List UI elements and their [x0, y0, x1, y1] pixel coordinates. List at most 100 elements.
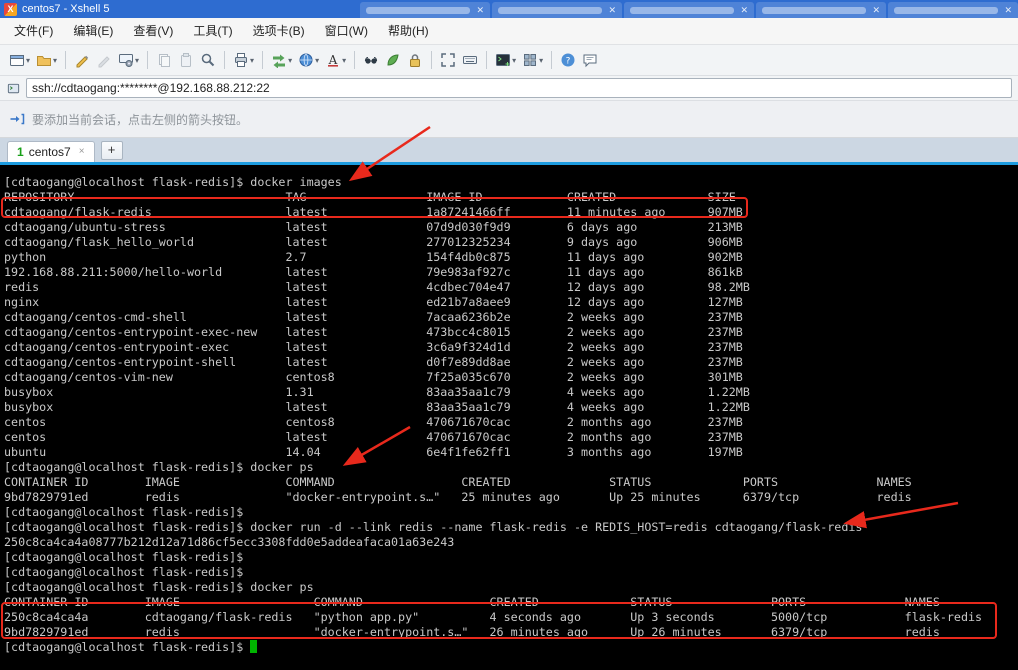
terminal-line: cdtaogang/centos-entrypoint-exec latest … [4, 340, 743, 354]
dropdown-caret-icon[interactable]: ▾ [512, 56, 516, 65]
open-session-button[interactable]: ▾ [33, 48, 60, 72]
new-session-button[interactable]: ▾ [6, 48, 33, 72]
terminal-line: cdtaogang/centos-vim-new centos8 7f25a03… [4, 370, 743, 384]
session-tab-centos7[interactable]: 1 centos7 × [7, 141, 95, 162]
terminal-line: CONTAINER ID IMAGE COMMAND CREATED STATU… [4, 595, 940, 609]
toolbar-separator [147, 51, 149, 69]
new-terminal-button[interactable]: ▾ [492, 48, 519, 72]
delete-session-button [93, 48, 115, 72]
feedback-button[interactable] [579, 48, 601, 72]
background-browser-tab[interactable]: ✕ [888, 2, 1018, 18]
font-button[interactable]: ▾ [322, 48, 349, 72]
terminal-line: redis latest 4cdbec704e47 12 days ago 98… [4, 280, 750, 294]
close-icon[interactable]: ✕ [476, 5, 484, 15]
dropdown-caret-icon[interactable]: ▾ [288, 56, 292, 65]
window-title: centos7 - Xshell 5 [22, 3, 110, 15]
terminal-line: 250c8ca4ca4a08777b212d12a71d86cf5ecc3308… [4, 535, 455, 549]
file-transfer-button[interactable]: ▾ [268, 48, 295, 72]
background-browser-tab[interactable]: ✕ [360, 2, 490, 18]
terminal-line: 250c8ca4ca4a cdtaogang/flask-redis "pyth… [4, 610, 983, 624]
terminal-line: cdtaogang/centos-entrypoint-shell latest… [4, 355, 743, 369]
view-mode-icon [363, 52, 379, 68]
terminal-line: centos latest 470671670cac 2 months ago … [4, 430, 743, 444]
new-terminal-icon [495, 52, 511, 68]
terminal-line: [cdtaogang@localhost flask-redis]$ docke… [4, 580, 314, 594]
new-tab-button[interactable]: + [100, 141, 123, 160]
dropdown-caret-icon[interactable]: ▾ [53, 56, 57, 65]
edit-session-button[interactable] [71, 48, 93, 72]
terminal-line: cdtaogang/centos-cmd-shell latest 7acaa6… [4, 310, 743, 324]
lock-screen-icon [407, 52, 423, 68]
background-browser-tab[interactable]: ✕ [624, 2, 754, 18]
dropdown-caret-icon[interactable]: ▾ [26, 56, 30, 65]
file-transfer-icon [271, 52, 287, 68]
find-icon [200, 52, 216, 68]
address-input[interactable] [26, 78, 1012, 98]
terminal-line: python 2.7 154f4db0c875 11 days ago 902M… [4, 250, 743, 264]
tile-windows-button[interactable]: ▾ [519, 48, 546, 72]
terminal-prompt: [cdtaogang@localhost flask-redis]$ [4, 640, 251, 654]
fullscreen-button[interactable] [437, 48, 459, 72]
toolbar: ▾ ▾ ▾ ▾ ▾ ▾ ▾ ▾ ▾ [0, 45, 1018, 76]
menu-file[interactable]: 文件(F) [4, 19, 63, 44]
close-icon[interactable]: ✕ [608, 5, 616, 15]
close-icon[interactable]: ✕ [872, 5, 880, 15]
paste-icon [178, 52, 194, 68]
quick-command-icon [385, 52, 401, 68]
background-browser-tab[interactable]: ✕ [756, 2, 886, 18]
terminal-line: [cdtaogang@localhost flask-redis]$ [4, 550, 244, 564]
toolbar-separator [551, 51, 553, 69]
lock-screen-button[interactable] [404, 48, 426, 72]
virtual-keyboard-icon [462, 52, 478, 68]
menu-edit[interactable]: 编辑(E) [63, 19, 123, 44]
dropdown-caret-icon[interactable]: ▾ [250, 56, 254, 65]
menu-help[interactable]: 帮助(H) [378, 19, 439, 44]
dropdown-caret-icon[interactable]: ▾ [342, 56, 346, 65]
menu-tools[interactable]: 工具(T) [183, 19, 242, 44]
tab-close-icon[interactable]: × [79, 147, 85, 157]
dropdown-caret-icon[interactable]: ▾ [315, 56, 319, 65]
menu-bar: 文件(F) 编辑(E) 查看(V) 工具(T) 选项卡(B) 窗口(W) 帮助(H) [0, 18, 1018, 45]
menu-view[interactable]: 查看(V) [123, 19, 183, 44]
print-button[interactable]: ▾ [230, 48, 257, 72]
view-mode-button[interactable] [360, 48, 382, 72]
tab-title-ghost [366, 6, 471, 14]
add-session-arrow-icon[interactable] [9, 111, 25, 127]
close-icon[interactable]: ✕ [740, 5, 748, 15]
terminal-line: 192.168.88.211:5000/hello-world latest 7… [4, 265, 743, 279]
hint-bar: 要添加当前会话，点击左侧的箭头按钮。 [0, 101, 1018, 138]
address-bar [0, 76, 1018, 101]
xshell-window: X centos7 - Xshell 5 ✕ ✕ ✕ ✕ ✕ 文件(F) 编辑(E) 查看(… [0, 0, 1018, 670]
terminal-cursor [250, 640, 258, 653]
terminal-line: [cdtaogang@localhost flask-redis]$ docke… [4, 460, 314, 474]
terminal-line: ubuntu 14.04 6e4f1fe62ff1 3 months ago 1… [4, 445, 743, 459]
tab-title-ghost [498, 6, 603, 14]
xshell-logo-icon: X [4, 2, 17, 16]
web-browser-icon [298, 52, 314, 68]
find-button[interactable] [197, 48, 219, 72]
close-icon[interactable]: ✕ [1004, 5, 1012, 15]
help-icon [560, 52, 576, 68]
dropdown-caret-icon[interactable]: ▾ [539, 56, 543, 65]
ssh-session-icon [6, 81, 21, 96]
virtual-keyboard-button[interactable] [459, 48, 481, 72]
background-browser-tab[interactable]: ✕ [492, 2, 622, 18]
session-properties-button[interactable]: ▾ [115, 48, 142, 72]
toolbar-separator [224, 51, 226, 69]
web-browser-button[interactable]: ▾ [295, 48, 322, 72]
copy-icon [156, 52, 172, 68]
titlebar-left: X centos7 - Xshell 5 [4, 0, 109, 18]
quick-command-button[interactable] [382, 48, 404, 72]
session-tab-label: centos7 [28, 145, 71, 159]
help-button[interactable] [557, 48, 579, 72]
menu-tab[interactable]: 选项卡(B) [243, 19, 315, 44]
terminal-line: centos centos8 470671670cac 2 months ago… [4, 415, 743, 429]
terminal[interactable]: [cdtaogang@localhost flask-redis]$ docke… [0, 165, 1018, 670]
hint-text: 要添加当前会话，点击左侧的箭头按钮。 [32, 112, 249, 127]
dropdown-caret-icon[interactable]: ▾ [135, 56, 139, 65]
terminal-prompt-line: [cdtaogang@localhost flask-redis]$ [4, 640, 1018, 655]
print-icon [233, 52, 249, 68]
tab-title-ghost [762, 6, 867, 14]
menu-window[interactable]: 窗口(W) [315, 19, 378, 44]
terminal-line: REPOSITORY TAG IMAGE ID CREATED SIZE [4, 190, 736, 204]
